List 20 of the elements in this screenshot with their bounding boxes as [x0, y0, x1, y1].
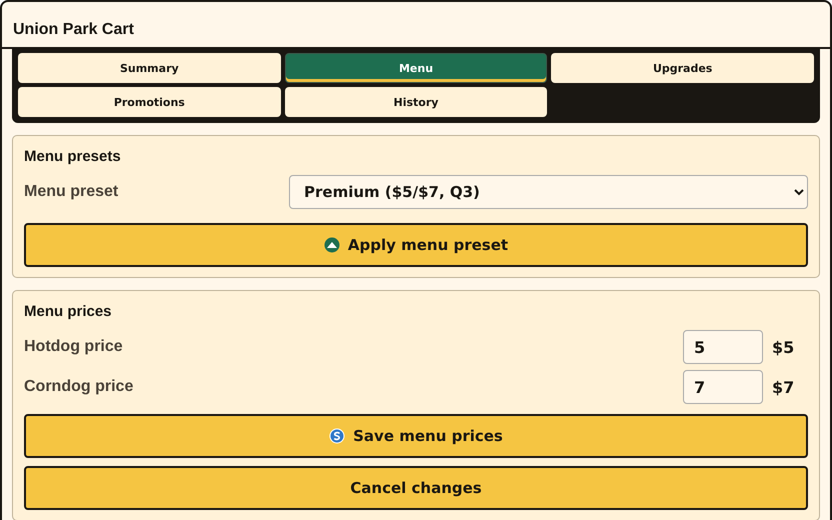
tab[interactable]: Promotions	[18, 87, 281, 117]
tab[interactable]: Upgrades	[551, 53, 814, 83]
section-heading: Menu presets	[24, 148, 122, 165]
field-label: Corndog price	[24, 378, 134, 396]
field-label: Menu preset	[24, 183, 118, 201]
preset-dropdown[interactable]: Premium ($5/$7, Q3)	[289, 175, 808, 209]
tab[interactable]: Summary	[18, 53, 281, 83]
action-button[interactable]: Cancel changes	[24, 466, 808, 510]
price-input[interactable]: 5	[683, 330, 763, 364]
price-value: $7	[772, 378, 796, 396]
tab[interactable]: Menu	[284, 53, 548, 83]
mountain-icon	[324, 237, 340, 253]
price-input[interactable]: 7	[683, 370, 763, 404]
price-value: $5	[772, 338, 796, 356]
field-label: Hotdog price	[24, 338, 124, 356]
section-heading: Menu prices	[24, 303, 113, 320]
action-button[interactable]: Save menu prices	[24, 414, 808, 458]
tab[interactable]: History	[284, 87, 548, 117]
apply-button[interactable]: Apply menu preset	[24, 223, 808, 267]
coin-icon	[329, 428, 346, 444]
